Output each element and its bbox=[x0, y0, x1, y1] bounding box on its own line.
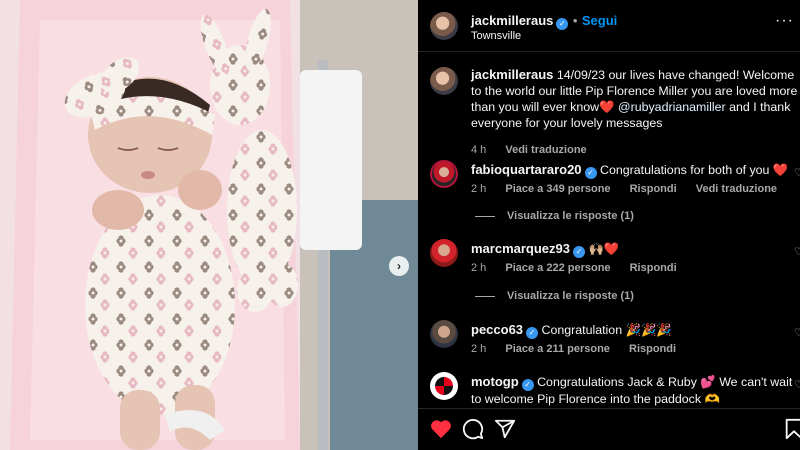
verified-icon: ✓ bbox=[526, 327, 539, 339]
post-side-panel: jackmilleraus ✓ • Segui Townsville ··· ja… bbox=[418, 0, 800, 450]
share-icon bbox=[494, 419, 516, 439]
comment-meta: 2 h Piace a 211 persone Rispondi bbox=[471, 343, 692, 355]
comment-body: 🙌🏼❤️ bbox=[588, 242, 620, 256]
verified-icon: ✓ bbox=[573, 246, 585, 258]
save-button[interactable] bbox=[782, 417, 800, 441]
comment-likes[interactable]: Piace a 211 persone bbox=[505, 343, 610, 355]
comment-text: motogp ✓ Congratulations Jack & Ruby 💕 We… bbox=[471, 374, 799, 407]
verified-icon: ✓ bbox=[556, 17, 569, 30]
comment-text: pecco63 ✓ Congratulation 🎉🎉🎉 bbox=[471, 322, 799, 339]
share-button[interactable] bbox=[493, 417, 517, 441]
separator-dot: • bbox=[572, 13, 578, 28]
caption-time[interactable]: 4 h bbox=[471, 144, 486, 156]
baby-photo-illustration bbox=[0, 0, 418, 450]
more-options-icon[interactable]: ··· bbox=[775, 12, 794, 30]
replies-line bbox=[475, 215, 495, 217]
comment-meta: 2 h Piace a 349 persone Rispondi Vedi tr… bbox=[471, 183, 793, 195]
caption-text: jackmilleraus 14/09/23 our lives have ch… bbox=[471, 67, 799, 131]
view-replies-label: Visualizza le risposte (1) bbox=[507, 290, 634, 302]
like-button[interactable] bbox=[429, 417, 453, 441]
verified-icon: ✓ bbox=[521, 379, 534, 391]
heart-filled-icon bbox=[431, 420, 451, 439]
comment-likes[interactable]: Piace a 349 persone bbox=[505, 183, 610, 195]
like-comment-icon[interactable]: ♡ bbox=[794, 326, 800, 339]
like-comment-icon[interactable]: ♡ bbox=[794, 245, 800, 258]
like-comment-icon[interactable]: ♡ bbox=[794, 378, 800, 391]
bookmark-icon bbox=[785, 418, 800, 440]
view-replies-button[interactable]: Visualizza le risposte (1) bbox=[475, 290, 634, 302]
comment-likes[interactable]: Piace a 222 persone bbox=[505, 262, 610, 274]
comment-body: Congratulations for both of you ❤️ bbox=[600, 163, 789, 177]
comment-meta: 2 h Piace a 222 persone Rispondi bbox=[471, 262, 693, 274]
comment-username[interactable]: fabioquartararo20 bbox=[471, 162, 582, 177]
next-photo-button[interactable]: › bbox=[389, 256, 409, 276]
header-user-line: jackmilleraus ✓ • Segui bbox=[471, 12, 617, 30]
comment-button[interactable] bbox=[461, 417, 485, 441]
heart-emoji: ❤️ bbox=[599, 100, 615, 114]
comments-list[interactable]: jackmilleraus 14/09/23 our lives have ch… bbox=[418, 52, 800, 408]
comment-username[interactable]: pecco63 bbox=[471, 322, 523, 337]
comment-text: marcmarquez93 ✓ 🙌🏼❤️ bbox=[471, 241, 799, 258]
chevron-right-icon: › bbox=[397, 259, 401, 273]
avatar[interactable] bbox=[430, 12, 458, 40]
author-username[interactable]: jackmilleraus bbox=[471, 13, 553, 28]
reply-button[interactable]: Rispondi bbox=[630, 262, 677, 274]
comment-username[interactable]: motogp bbox=[471, 374, 519, 389]
avatar[interactable] bbox=[430, 239, 458, 267]
reply-button[interactable]: Rispondi bbox=[629, 343, 676, 355]
comment-time[interactable]: 2 h bbox=[471, 262, 486, 274]
like-comment-icon[interactable]: ♡ bbox=[794, 166, 800, 179]
caption-username[interactable]: jackmilleraus bbox=[471, 67, 553, 82]
reply-button[interactable]: Rispondi bbox=[630, 183, 677, 195]
replies-line bbox=[475, 295, 495, 297]
comment-body: Congratulations Jack & Ruby 💕 We can't w… bbox=[471, 375, 793, 406]
comment-icon bbox=[462, 419, 484, 440]
translate-link[interactable]: Vedi traduzione bbox=[505, 144, 586, 156]
comment-time[interactable]: 2 h bbox=[471, 343, 486, 355]
motogp-logo-icon bbox=[435, 377, 453, 395]
post-location[interactable]: Townsville bbox=[471, 30, 521, 42]
avatar[interactable] bbox=[430, 320, 458, 348]
post-photo[interactable]: › bbox=[0, 0, 418, 450]
comment-body: Congratulation 🎉🎉🎉 bbox=[541, 323, 672, 337]
comment-text: fabioquartararo20 ✓ Congratulations for b… bbox=[471, 162, 799, 179]
follow-button[interactable]: Segui bbox=[582, 13, 617, 28]
post-action-bar bbox=[418, 408, 800, 450]
view-replies-label: Visualizza le risposte (1) bbox=[507, 210, 634, 222]
avatar[interactable] bbox=[430, 67, 458, 95]
post-header: jackmilleraus ✓ • Segui Townsville ··· bbox=[418, 0, 800, 52]
comment-username[interactable]: marcmarquez93 bbox=[471, 241, 570, 256]
view-replies-button[interactable]: Visualizza le risposte (1) bbox=[475, 210, 634, 222]
avatar[interactable] bbox=[430, 160, 458, 188]
caption-mention[interactable]: @rubyadrianamiller bbox=[618, 100, 726, 114]
caption-meta: 4 h Vedi traduzione bbox=[471, 144, 603, 156]
verified-icon: ✓ bbox=[584, 167, 597, 179]
translate-link[interactable]: Vedi traduzione bbox=[696, 183, 777, 195]
avatar[interactable] bbox=[430, 372, 458, 400]
comment-time[interactable]: 2 h bbox=[471, 183, 486, 195]
